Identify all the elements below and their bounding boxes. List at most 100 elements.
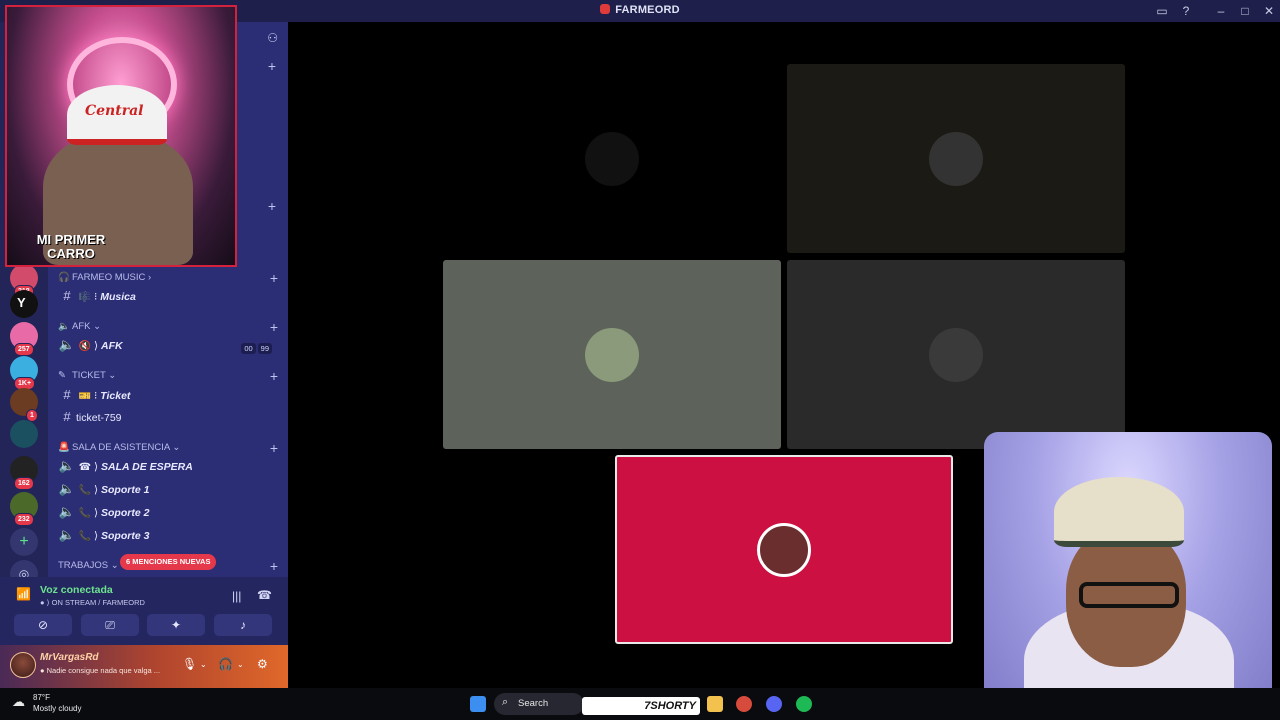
server-icon[interactable]: Y: [10, 290, 38, 318]
discord-icon[interactable]: [766, 696, 782, 712]
voice-status[interactable]: Voz conectada: [40, 584, 113, 596]
cap: [1054, 477, 1184, 547]
participant-avatar: [757, 522, 811, 577]
inbox-icon[interactable]: ▭: [1154, 3, 1170, 19]
new-mentions-badge[interactable]: 6 MENCIONES NUEVAS: [120, 554, 217, 570]
chevron-down-icon[interactable]: ⌄: [200, 660, 207, 669]
maximize-button[interactable]: □: [1237, 3, 1253, 19]
app-logo-icon: [600, 4, 611, 14]
add-channel-icon[interactable]: +: [270, 270, 278, 286]
overlay-social-banner: 7SHORTY: [582, 697, 700, 715]
speaker-icon: 🔈: [58, 504, 76, 519]
voice-channel-soporte-1[interactable]: 🔈 📞 ⟩ Soporte 1: [58, 479, 278, 499]
video-tile[interactable]: [787, 260, 1125, 449]
add-channel-icon[interactable]: +: [268, 198, 276, 214]
camera-off-button[interactable]: ⊘: [14, 614, 72, 636]
ticket-emoji-icon: 🎫: [78, 391, 92, 402]
video-tile[interactable]: [787, 64, 1125, 253]
server-icon[interactable]: [10, 420, 38, 448]
add-server-button[interactable]: +: [10, 528, 38, 556]
help-icon[interactable]: ?: [1178, 3, 1194, 19]
guest-webcam-overlay: [984, 432, 1272, 720]
overlay-caption: MI PRIMER CARRO: [36, 232, 106, 261]
server-icon[interactable]: 232: [10, 492, 38, 526]
add-friend-icon[interactable]: ⚇: [267, 31, 278, 45]
participant-avatar: [585, 327, 639, 382]
spotify-icon[interactable]: [796, 696, 812, 712]
hashtag-icon: #: [63, 387, 71, 402]
soundboard-button[interactable]: ♪: [214, 614, 272, 636]
channel-musica[interactable]: # 🎼 ⁝ Musica: [58, 286, 278, 306]
hashtag-icon: #: [63, 288, 71, 303]
disconnect-icon[interactable]: ☎: [257, 588, 272, 602]
voice-channel-name[interactable]: ● ⟩ ON STREAM / FARMEORD: [40, 598, 145, 607]
server-icon[interactable]: 218: [10, 264, 38, 298]
headphones-icon: 🎧: [58, 272, 70, 283]
phone-icon: 📞: [78, 485, 92, 496]
participant-avatar: [585, 131, 639, 186]
speaker-icon: 🔈: [58, 337, 76, 352]
user-limit-badge: 00 99: [239, 339, 272, 359]
headphones-icon[interactable]: 🎧: [218, 657, 233, 671]
add-channel-icon[interactable]: +: [270, 440, 278, 456]
server-icon[interactable]: 162: [10, 456, 38, 490]
username[interactable]: MrVargasRd: [40, 652, 99, 663]
microphone-icon[interactable]: 🎙: [182, 657, 197, 671]
add-channel-icon[interactable]: +: [270, 368, 278, 384]
glasses: [1079, 582, 1179, 608]
voice-channel-sala-espera[interactable]: 🔈 ☎ ⟩ SALA DE ESPERA: [58, 456, 278, 476]
taskbar: ☁ 87°F Mostly cloudy ⌕ Search 7SHORTY: [0, 688, 1280, 720]
server-badge: 257: [14, 343, 34, 356]
voice-connected-panel: 📶 Voz conectada ● ⟩ ON STREAM / FARMEORD…: [0, 577, 288, 645]
chevron-down-icon[interactable]: ⌄: [237, 660, 244, 669]
server-icon[interactable]: 1: [10, 388, 38, 422]
add-channel-icon[interactable]: +: [270, 558, 278, 574]
minimize-button[interactable]: –: [1213, 3, 1229, 19]
server-letter-icon: Y: [17, 295, 26, 310]
windows-start-icon[interactable]: [470, 696, 486, 712]
pencil-icon: ✎: [58, 370, 66, 381]
temperature[interactable]: 87°F: [33, 693, 50, 702]
participant-avatar: [929, 131, 983, 186]
search-icon: ⌕: [502, 696, 509, 708]
video-tile-speaking[interactable]: [615, 455, 953, 644]
cap: Central: [67, 85, 167, 145]
file-explorer-icon[interactable]: [707, 696, 723, 712]
alarm-icon: 🚨: [58, 442, 70, 453]
phone-icon: 📞: [78, 531, 92, 542]
chrome-icon[interactable]: [736, 696, 752, 712]
category-ticket[interactable]: ✎ TICKET ⌄ +: [58, 368, 278, 386]
video-tile[interactable]: [443, 260, 781, 449]
add-channel-icon[interactable]: +: [270, 319, 278, 335]
hashtag-icon: #: [63, 409, 71, 424]
speaker-icon: 🔈: [58, 527, 76, 542]
phone-icon: 📞: [78, 508, 92, 519]
server-icon[interactable]: 1K+: [10, 356, 38, 390]
voice-channel-soporte-2[interactable]: 🔈 📞 ⟩ Soporte 2: [58, 502, 278, 522]
server-icon[interactable]: 257: [10, 322, 38, 356]
weather-status[interactable]: Mostly cloudy: [33, 704, 81, 713]
user-status: ● Nadie consigue nada que valga ...: [40, 666, 161, 675]
user-panel: MrVargasRd ● Nadie consigue nada que val…: [0, 645, 288, 688]
channel-ticket[interactable]: # 🎫 ⁝ Ticket: [58, 385, 278, 405]
close-button[interactable]: ✕: [1261, 3, 1277, 19]
server-badge: 232: [14, 513, 34, 526]
channel-ticket-759[interactable]: # ticket-759: [58, 407, 278, 427]
activities-button[interactable]: ✦: [147, 614, 205, 636]
speaker-icon: 🔈: [58, 481, 76, 496]
phone-icon: ☎: [78, 462, 92, 473]
voice-channel-soporte-3[interactable]: 🔈 📞 ⟩ Soporte 3: [58, 525, 278, 545]
search-box[interactable]: ⌕ Search: [494, 693, 584, 715]
signal-icon: 📶: [16, 587, 31, 601]
app-root: FARMEORD ▭ ? – □ ✕ 218 Y 257 1K+ 1 162 2…: [0, 0, 1280, 720]
add-channel-icon[interactable]: +: [268, 58, 276, 74]
settings-gear-icon[interactable]: ⚙: [257, 657, 268, 671]
weather-icon[interactable]: ☁: [12, 694, 25, 710]
video-tile[interactable]: [443, 64, 781, 253]
avatar[interactable]: [10, 652, 36, 678]
screen-share-button[interactable]: ⎚: [81, 614, 139, 636]
voice-channel-afk[interactable]: 🔈 🔇 ⟩ AFK 00 99: [58, 335, 278, 355]
participant-avatar: [929, 327, 983, 382]
speaker-icon: 🔈: [58, 458, 76, 473]
noise-suppression-icon[interactable]: |||: [232, 589, 241, 603]
